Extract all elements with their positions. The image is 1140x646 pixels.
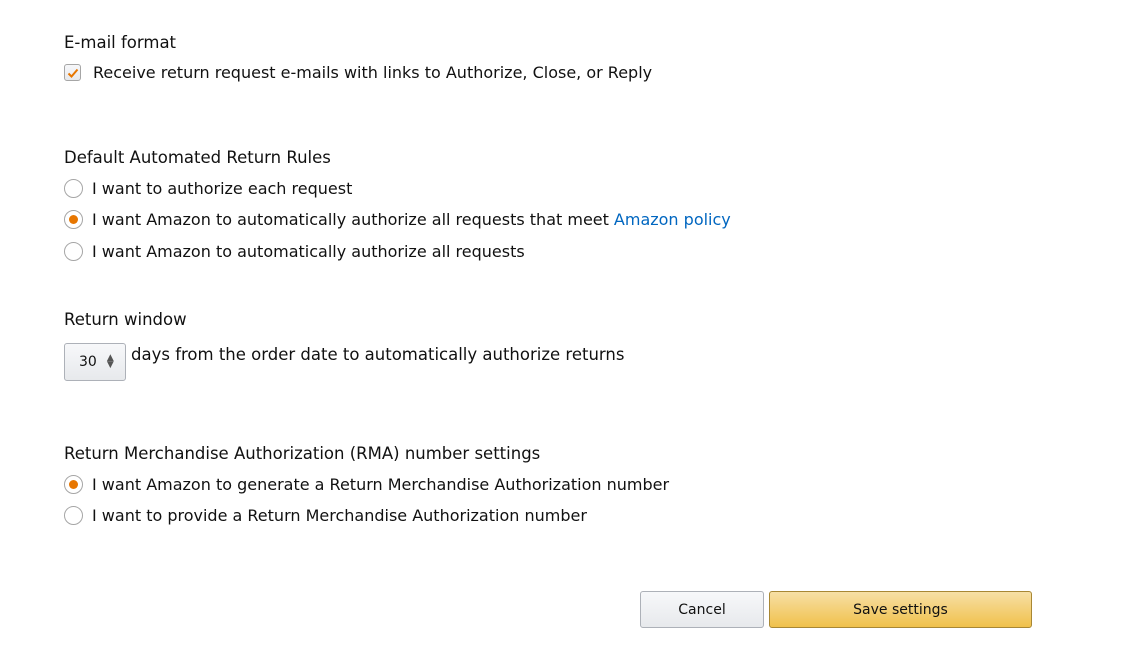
rma-heading: Return Merchandise Authorization (RMA) n…	[64, 444, 541, 463]
return-rule-option-authorize-each[interactable]: I want to authorize each request	[64, 179, 352, 198]
days-value: 30	[79, 354, 97, 370]
cancel-button[interactable]: Cancel	[640, 591, 764, 628]
radio-amazon-generate-rma[interactable]	[64, 475, 83, 494]
rma-option-label: I want to provide a Return Merchandise A…	[92, 506, 587, 525]
checkmark-icon	[67, 68, 78, 78]
return-rules-heading: Default Automated Return Rules	[64, 148, 331, 167]
return-window-heading: Return window	[64, 310, 187, 329]
save-settings-button[interactable]: Save settings	[769, 591, 1032, 628]
radio-selected-dot	[69, 215, 78, 224]
return-rule-label: I want Amazon to automatically authorize…	[92, 210, 609, 229]
rma-option-provide[interactable]: I want to provide a Return Merchandise A…	[64, 506, 587, 525]
return-window-description: days from the order date to automaticall…	[131, 345, 625, 364]
radio-selected-dot	[69, 480, 78, 489]
return-window-days-select[interactable]: 30 ▲ ▼	[64, 343, 126, 381]
radio-authorize-all[interactable]	[64, 242, 83, 261]
return-rule-option-amazon-policy[interactable]: I want Amazon to automatically authorize…	[64, 210, 731, 229]
return-rule-label: I want to authorize each request	[92, 179, 353, 198]
return-rule-option-authorize-all[interactable]: I want Amazon to automatically authorize…	[64, 242, 525, 261]
radio-authorize-each[interactable]	[64, 179, 83, 198]
email-links-option[interactable]: Receive return request e-mails with link…	[64, 63, 652, 82]
amazon-policy-link[interactable]: Amazon policy	[614, 210, 731, 229]
select-arrows-icon: ▲ ▼	[106, 353, 114, 370]
rma-option-label: I want Amazon to generate a Return Merch…	[92, 475, 670, 494]
email-format-heading: E-mail format	[64, 33, 177, 52]
radio-amazon-policy[interactable]	[64, 210, 83, 229]
email-links-checkbox[interactable]	[64, 64, 81, 81]
radio-provide-rma[interactable]	[64, 506, 83, 525]
return-rule-label: I want Amazon to automatically authorize…	[92, 242, 525, 261]
email-links-label: Receive return request e-mails with link…	[93, 63, 653, 82]
rma-option-amazon-generate[interactable]: I want Amazon to generate a Return Merch…	[64, 475, 669, 494]
